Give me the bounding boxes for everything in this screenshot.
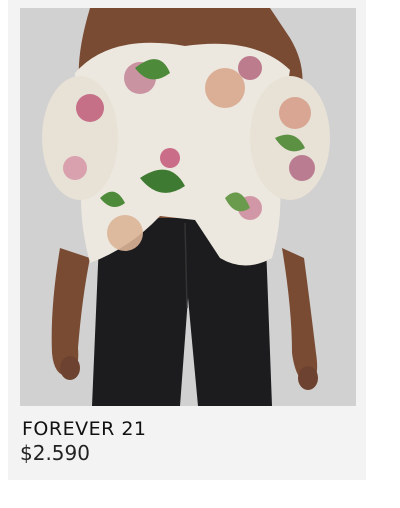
product-price: $2.590 — [20, 441, 90, 465]
product-brand[interactable]: FOREVER 21 — [22, 418, 147, 440]
product-image[interactable] — [20, 8, 356, 406]
product-card[interactable]: FOREVER 21 $2.590 — [8, 0, 366, 480]
